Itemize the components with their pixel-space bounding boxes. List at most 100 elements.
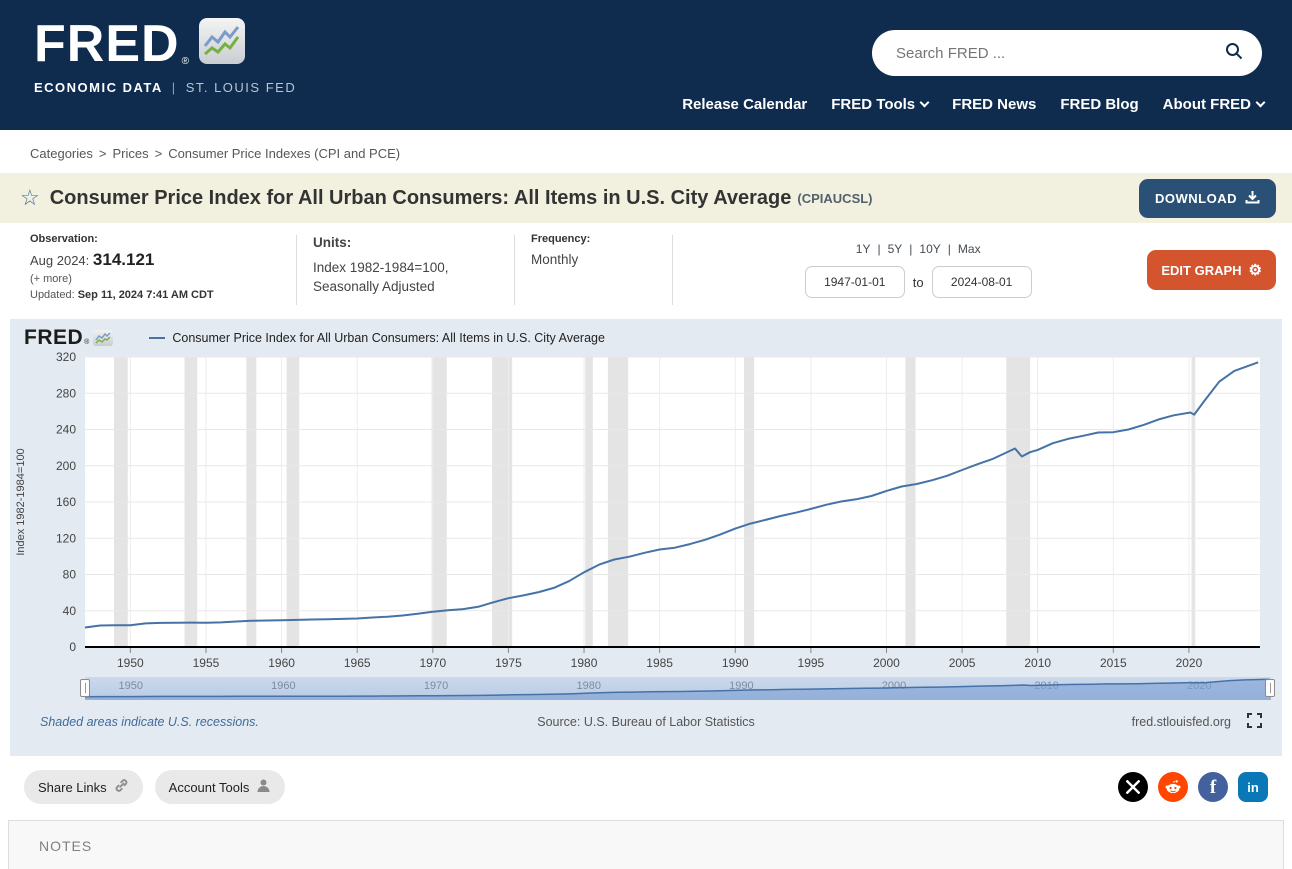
svg-text:2005: 2005	[949, 656, 976, 670]
search-bar[interactable]	[872, 30, 1262, 76]
social-icons: f in	[1118, 772, 1268, 802]
svg-text:1955: 1955	[193, 656, 220, 670]
account-tools-button[interactable]: Account Tools	[154, 770, 286, 804]
tagline-separator: |	[171, 80, 177, 95]
svg-text:Index 1982-1984=100: Index 1982-1984=100	[15, 448, 27, 555]
chart-footer: Source: U.S. Bureau of Labor Statistics …	[10, 713, 1282, 731]
divider	[514, 235, 515, 305]
site-header: FRED ® ECONOMIC DATA | ST. LOUIS FED Rel…	[0, 0, 1292, 130]
svg-text:1990: 1990	[722, 656, 749, 670]
svg-text:200: 200	[56, 459, 76, 473]
preset-10y[interactable]: 10Y	[919, 242, 940, 256]
svg-text:80: 80	[63, 568, 77, 582]
nav-about-fred[interactable]: About FRED	[1163, 96, 1266, 113]
frequency-value: Monthly	[531, 252, 579, 267]
updated-value: Sep 11, 2024 7:41 AM CDT	[77, 289, 214, 301]
edit-graph-button[interactable]: EDIT GRAPH ⚙	[1147, 250, 1276, 290]
x-twitter-icon[interactable]	[1118, 772, 1148, 802]
svg-text:1980: 1980	[571, 656, 598, 670]
observation-panel: Observation: Aug 2024: 314.121 (+ more) …	[30, 233, 280, 307]
svg-text:2015: 2015	[1100, 656, 1127, 670]
preset-max[interactable]: Max	[958, 242, 981, 256]
tagline-st-louis-fed: ST. LOUIS FED	[185, 80, 297, 95]
units-panel: Units: Index 1982-1984=100, Seasonally A…	[313, 233, 498, 307]
svg-text:0: 0	[69, 640, 76, 654]
fred-logo[interactable]: FRED ® ECONOMIC DATA | ST. LOUIS FED	[34, 18, 296, 95]
person-icon	[256, 778, 271, 796]
preset-1y[interactable]: 1Y	[856, 242, 871, 256]
notes-label: NOTES	[39, 838, 93, 854]
to-label: to	[912, 274, 924, 290]
logo-tagline: ECONOMIC DATA | ST. LOUIS FED	[34, 80, 296, 95]
frequency-label: Frequency:	[531, 233, 591, 245]
observation-label: Observation:	[30, 233, 98, 245]
svg-text:1995: 1995	[798, 656, 825, 670]
svg-text:320: 320	[56, 350, 76, 364]
frequency-panel: Frequency: Monthly	[531, 233, 656, 307]
start-date-input[interactable]	[804, 266, 905, 298]
preset-separator: |	[877, 242, 881, 256]
facebook-icon[interactable]: f	[1198, 772, 1228, 802]
share-row: Share Links Account Tools f in	[0, 756, 1292, 804]
breadcrumb-cpi-pce[interactable]: Consumer Price Indexes (CPI and PCE)	[168, 146, 400, 161]
chart-legend: Consumer Price Index for All Urban Consu…	[149, 331, 605, 345]
share-links-button[interactable]: Share Links	[24, 770, 143, 804]
download-icon	[1245, 190, 1260, 207]
nav-release-calendar[interactable]: Release Calendar	[682, 96, 807, 113]
slider-handle-right[interactable]	[1265, 679, 1275, 697]
series-meta-row: Observation: Aug 2024: 314.121 (+ more) …	[0, 223, 1292, 317]
units-value-line1: Index 1982-1984=100,	[313, 259, 449, 275]
download-button[interactable]: DOWNLOAD	[1139, 178, 1276, 218]
series-title-bar: ☆ Consumer Price Index for All Urban Con…	[0, 173, 1292, 223]
svg-text:1965: 1965	[344, 656, 371, 670]
end-date-input[interactable]	[931, 266, 1032, 298]
observation-date: Aug 2024:	[30, 253, 90, 268]
chevron-down-icon	[1255, 97, 1266, 108]
reddit-icon[interactable]	[1158, 772, 1188, 802]
updated-label: Updated:	[30, 289, 75, 301]
breadcrumb-prices[interactable]: Prices	[112, 146, 148, 161]
breadcrumb-categories[interactable]: Categories	[30, 146, 93, 161]
fred-watermark-icon	[93, 329, 114, 346]
svg-text:240: 240	[56, 423, 76, 437]
breadcrumb: Categories > Prices > Consumer Price Ind…	[0, 130, 1292, 173]
legend-line-swatch	[149, 336, 166, 339]
linkedin-icon[interactable]: in	[1238, 772, 1268, 802]
preset-separator: |	[909, 242, 913, 256]
more-observations-link[interactable]: (+ more)	[30, 273, 262, 285]
svg-text:1970: 1970	[419, 656, 446, 670]
chevron-down-icon	[919, 97, 930, 108]
date-range-panel: 1Y | 5Y | 10Y | Max to	[689, 233, 1147, 307]
search-icon[interactable]	[1224, 41, 1244, 66]
nav-fred-tools[interactable]: FRED Tools	[831, 96, 930, 113]
recession-footnote[interactable]: Shaded areas indicate U.S. recessions.	[40, 715, 259, 729]
cpi-line-chart[interactable]: 0 40 80 120 160 200 240 280 320 1950 1955 1960 1965 1…	[10, 347, 1282, 677]
search-input[interactable]	[896, 44, 1224, 62]
breadcrumb-separator: >	[98, 146, 107, 161]
legend-label: Consumer Price Index for All Urban Consu…	[172, 330, 605, 345]
fred-watermark: FRED	[24, 325, 84, 349]
svg-text:160: 160	[56, 495, 76, 509]
tagline-economic-data: ECONOMIC DATA	[34, 80, 163, 95]
svg-text:40: 40	[63, 604, 77, 618]
nav-fred-blog[interactable]: FRED Blog	[1060, 96, 1138, 113]
registered-mark: ®	[181, 56, 189, 67]
svg-text:1960: 1960	[268, 656, 295, 670]
slider-mini-chart	[85, 678, 1271, 700]
breadcrumb-separator: >	[154, 146, 163, 161]
svg-text:2010: 2010	[1024, 656, 1051, 670]
slider-handle-left[interactable]	[80, 679, 90, 697]
svg-text:1985: 1985	[646, 656, 673, 670]
fred-chart-logo-icon	[198, 18, 245, 64]
fred-site-link[interactable]: fred.stlouisfed.org	[1132, 715, 1231, 729]
fullscreen-icon[interactable]	[1247, 713, 1262, 731]
divider	[296, 235, 297, 305]
notes-section[interactable]: NOTES	[8, 820, 1284, 869]
range-presets: 1Y | 5Y | 10Y | Max	[856, 242, 981, 256]
favorite-star-icon[interactable]: ☆	[20, 185, 40, 211]
nav-fred-news[interactable]: FRED News	[952, 96, 1036, 113]
time-range-slider[interactable]: 19501960197019801990200020102020	[80, 677, 1275, 700]
units-value-line2: Seasonally Adjusted	[313, 279, 435, 295]
chart-header: FRED ® Consumer Price Index for All Urba…	[10, 319, 1282, 349]
preset-5y[interactable]: 5Y	[888, 242, 903, 256]
